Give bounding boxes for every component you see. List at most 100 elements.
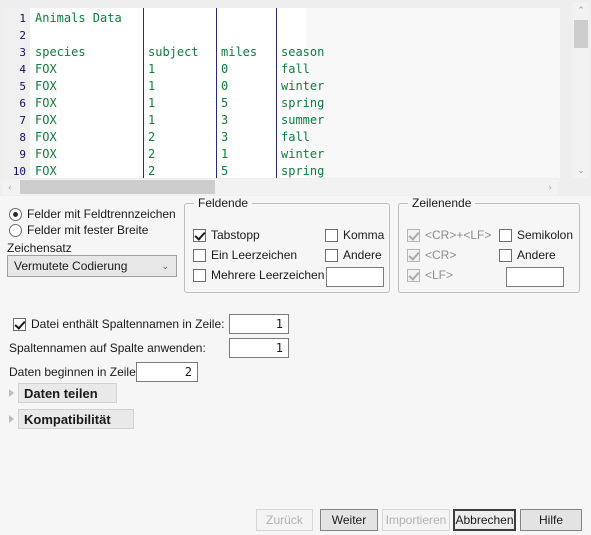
preview-cell: summer bbox=[281, 113, 325, 127]
line-number: 1 bbox=[19, 12, 26, 25]
checkbox-crlf-label: <CR>+<LF> bbox=[425, 228, 492, 242]
checkbox-line-other[interactable] bbox=[499, 249, 512, 262]
preview-horizontal-scrollbar[interactable]: ‹ › bbox=[2, 179, 558, 195]
radio-fixed-width-fields-label: Felder mit fester Breite bbox=[27, 223, 149, 237]
checkbox-multiple-spaces-label: Mehrere Leerzeichen bbox=[211, 268, 325, 282]
preview-vertical-scrollbar[interactable]: ⌃ ⌄ bbox=[573, 2, 589, 178]
preview-cell: 1 bbox=[148, 62, 156, 76]
checkbox-semicolon-label: Semikolon bbox=[517, 228, 574, 242]
section-kompatibilitaet[interactable]: Kompatibilität bbox=[18, 409, 134, 429]
column-separator bbox=[143, 8, 144, 178]
data-start-row-input[interactable]: 2 bbox=[136, 362, 198, 382]
preview-cell: 1 bbox=[148, 96, 156, 110]
checkbox-single-space-label: Ein Leerzeichen bbox=[211, 248, 298, 262]
checkbox-field-other-label: Andere bbox=[343, 248, 382, 262]
checkbox-comma-label: Komma bbox=[343, 228, 385, 242]
cancel-button[interactable]: Abbrechen bbox=[453, 509, 516, 531]
column-separator bbox=[276, 8, 277, 178]
checkbox-multiple-spaces[interactable] bbox=[193, 269, 206, 282]
data-start-row-label: Daten beginnen in Zeile: bbox=[9, 365, 140, 379]
chevron-right-icon[interactable] bbox=[9, 389, 14, 397]
checkbox-comma[interactable] bbox=[325, 229, 338, 242]
preview-cell: FOX bbox=[35, 96, 57, 110]
charset-value: Vermutete Codierung bbox=[14, 259, 128, 273]
radio-delimited-fields[interactable] bbox=[9, 208, 22, 221]
preview-cell: winter bbox=[281, 147, 325, 161]
checkbox-field-other[interactable] bbox=[325, 249, 338, 262]
preview-cell: 5 bbox=[221, 164, 229, 178]
vertical-scroll-thumb[interactable] bbox=[574, 20, 588, 48]
horizontal-scroll-thumb[interactable] bbox=[20, 180, 215, 194]
scroll-down-icon[interactable]: ⌄ bbox=[573, 162, 589, 178]
checkbox-lf-label: <LF> bbox=[425, 268, 454, 282]
preview-cell: 3 bbox=[221, 130, 229, 144]
checkbox-line-other-label: Andere bbox=[517, 248, 556, 262]
line-number: 9 bbox=[19, 148, 26, 161]
help-button[interactable]: Hilfe bbox=[520, 509, 582, 531]
preview-cell: 0 bbox=[221, 62, 229, 76]
preview-cell: subject bbox=[148, 45, 199, 59]
preview-viewport[interactable]: 1 2 3 4 5 6 7 8 9 10 Animals Data specie… bbox=[4, 8, 560, 178]
checkbox-cr bbox=[407, 249, 420, 262]
preview-grid: 1 2 3 4 5 6 7 8 9 10 Animals Data specie… bbox=[4, 8, 324, 178]
scroll-right-icon[interactable]: › bbox=[542, 179, 558, 195]
preview-cell: spring bbox=[281, 96, 325, 110]
scroll-up-icon[interactable]: ⌃ bbox=[573, 2, 589, 18]
preview-cell: 0 bbox=[221, 79, 229, 93]
checkbox-tabstopp[interactable] bbox=[193, 229, 206, 242]
preview-cell: miles bbox=[221, 45, 258, 59]
line-end-title: Zeilenende bbox=[408, 196, 476, 210]
checkbox-tabstopp-label: Tabstopp bbox=[211, 228, 260, 242]
preview-cell: FOX bbox=[35, 130, 57, 144]
preview-cell: winter bbox=[281, 79, 325, 93]
line-number: 8 bbox=[19, 131, 26, 144]
chevron-right-icon[interactable] bbox=[9, 415, 14, 423]
checkbox-file-contains-column-names[interactable] bbox=[13, 318, 26, 331]
preview-cell: Animals Data bbox=[35, 11, 122, 25]
radio-fixed-width-fields[interactable] bbox=[9, 224, 22, 237]
checkbox-semicolon[interactable] bbox=[499, 229, 512, 242]
column-separator bbox=[216, 8, 217, 178]
apply-column-names-input[interactable]: 1 bbox=[229, 338, 289, 358]
field-other-input[interactable] bbox=[326, 267, 384, 287]
charset-label: Zeichensatz bbox=[7, 241, 72, 255]
preview-cell: 5 bbox=[221, 96, 229, 110]
preview-cell: 3 bbox=[221, 113, 229, 127]
line-number: 5 bbox=[19, 80, 26, 93]
preview-cell: 2 bbox=[148, 164, 156, 178]
line-other-input[interactable] bbox=[506, 267, 564, 287]
preview-cell: 2 bbox=[148, 147, 156, 161]
charset-combobox[interactable]: Vermutete Codierung ⌄ bbox=[7, 255, 177, 277]
preview-cell: 1 bbox=[221, 147, 229, 161]
checkbox-crlf bbox=[407, 229, 420, 242]
import-button: Importieren bbox=[382, 509, 450, 531]
next-button[interactable]: Weiter bbox=[320, 509, 378, 531]
column-names-row-value: 1 bbox=[275, 317, 283, 331]
preview-cell: spring bbox=[281, 164, 325, 178]
line-number: 6 bbox=[19, 97, 26, 110]
checkbox-file-contains-column-names-label: Datei enthält Spaltennamen in Zeile: bbox=[31, 317, 225, 331]
preview-cell: season bbox=[281, 45, 325, 59]
radio-delimited-fields-label: Felder mit Feldtrennzeichen bbox=[27, 207, 176, 221]
chevron-down-icon: ⌄ bbox=[161, 261, 169, 271]
section-daten-teilen[interactable]: Daten teilen bbox=[18, 383, 117, 403]
line-number: 4 bbox=[19, 63, 26, 76]
scroll-left-icon[interactable]: ‹ bbox=[2, 179, 18, 195]
checkbox-cr-label: <CR> bbox=[425, 248, 457, 262]
preview-cell: 2 bbox=[148, 130, 156, 144]
preview-cell: FOX bbox=[35, 164, 57, 178]
back-button: Zurück bbox=[256, 509, 313, 531]
line-number: 7 bbox=[19, 114, 26, 127]
section-daten-teilen-label: Daten teilen bbox=[24, 386, 98, 401]
line-number: 2 bbox=[19, 29, 26, 42]
column-names-row-input[interactable]: 1 bbox=[229, 314, 289, 334]
preview-cell: FOX bbox=[35, 147, 57, 161]
data-start-row-value: 2 bbox=[184, 365, 192, 379]
preview-cell: FOX bbox=[35, 62, 57, 76]
checkbox-lf bbox=[407, 269, 420, 282]
section-kompatibilitaet-label: Kompatibilität bbox=[24, 412, 111, 427]
line-number: 10 bbox=[12, 165, 26, 178]
checkbox-single-space[interactable] bbox=[193, 249, 206, 262]
field-end-title: Feldende bbox=[194, 196, 253, 210]
preview-cell: fall bbox=[281, 62, 310, 76]
